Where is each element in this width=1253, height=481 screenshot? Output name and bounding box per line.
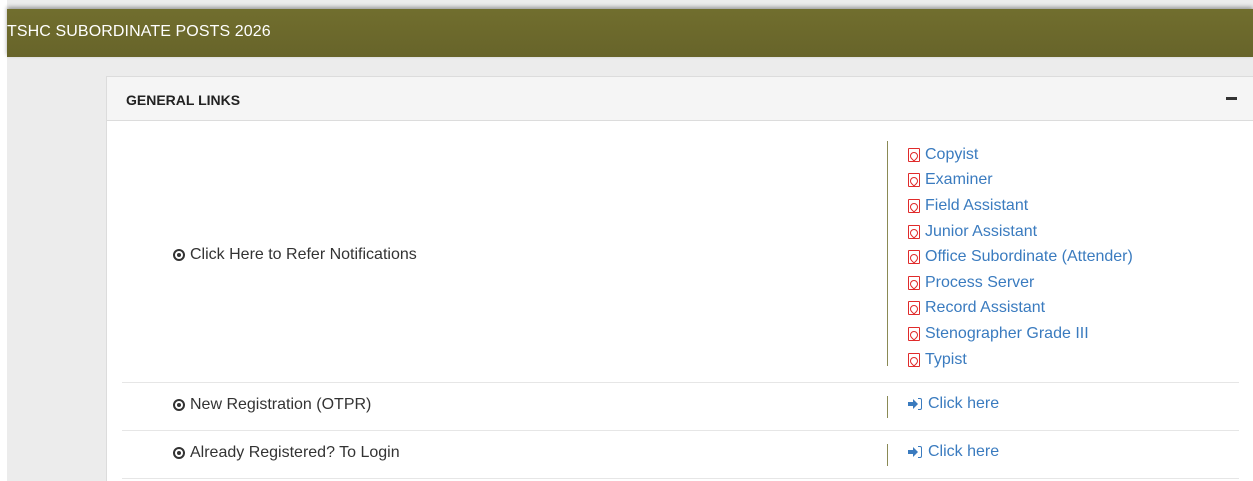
login-link-text: Click here bbox=[928, 443, 1000, 460]
top-header-bar: TSHC SUBORDINATE POSTS 2026 bbox=[7, 9, 1253, 57]
notification-link-text: Typist bbox=[925, 350, 967, 368]
notification-link-office-subordinate[interactable]: Office Subordinate (Attender) bbox=[908, 244, 1133, 270]
new-registration-row: New Registration (OTPR) Click here bbox=[122, 383, 1239, 431]
notification-link-process-server[interactable]: Process Server bbox=[908, 270, 1133, 296]
file-pdf-icon bbox=[908, 250, 920, 265]
notification-link-field-assistant[interactable]: Field Assistant bbox=[908, 193, 1133, 219]
file-pdf-icon bbox=[908, 352, 920, 367]
column-divider bbox=[887, 141, 888, 366]
general-links-panel: GENERAL LINKS Click Here to Refer Notifi… bbox=[106, 76, 1253, 481]
new-registration-link[interactable]: Click here bbox=[908, 395, 999, 413]
panel-header: GENERAL LINKS bbox=[107, 77, 1253, 121]
notification-link-text: Record Assistant bbox=[925, 299, 1046, 317]
notification-link-record-assistant[interactable]: Record Assistant bbox=[908, 296, 1133, 322]
file-pdf-icon bbox=[908, 275, 920, 290]
file-pdf-icon bbox=[908, 198, 920, 213]
login-label-text: Already Registered? To Login bbox=[190, 444, 400, 461]
sign-in-icon bbox=[908, 398, 922, 410]
collapse-minus-button[interactable] bbox=[1226, 97, 1237, 100]
notification-link-junior-assistant[interactable]: Junior Assistant bbox=[908, 219, 1133, 245]
file-pdf-icon bbox=[908, 224, 920, 239]
left-strip bbox=[0, 0, 7, 481]
notification-link-text: Stenographer Grade III bbox=[925, 324, 1089, 342]
notification-link-examiner[interactable]: Examiner bbox=[908, 168, 1133, 194]
notification-link-text: Junior Assistant bbox=[925, 222, 1038, 240]
notification-link-list: Copyist Examiner Field Assistant Junior … bbox=[908, 142, 1133, 372]
file-pdf-icon bbox=[908, 147, 920, 162]
login-link[interactable]: Click here bbox=[908, 443, 999, 461]
dot-circle-icon bbox=[173, 249, 185, 261]
notification-link-typist[interactable]: Typist bbox=[908, 347, 1133, 373]
new-registration-label-text: New Registration (OTPR) bbox=[190, 396, 372, 413]
file-pdf-icon bbox=[908, 173, 920, 188]
column-divider bbox=[887, 396, 888, 418]
login-row: Already Registered? To Login Click here bbox=[122, 431, 1239, 479]
notifications-label-text: Click Here to Refer Notifications bbox=[190, 246, 417, 263]
dot-circle-icon bbox=[173, 399, 185, 411]
file-pdf-icon bbox=[908, 326, 920, 341]
notification-link-text: Copyist bbox=[925, 145, 979, 163]
notification-link-stenographer[interactable]: Stenographer Grade III bbox=[908, 321, 1133, 347]
notification-link-copyist[interactable]: Copyist bbox=[908, 142, 1133, 168]
panel-title: GENERAL LINKS bbox=[126, 92, 241, 108]
sign-in-icon bbox=[908, 446, 922, 458]
page-title: TSHC SUBORDINATE POSTS 2026 bbox=[7, 23, 271, 40]
file-pdf-icon bbox=[908, 301, 920, 316]
new-registration-link-text: Click here bbox=[928, 395, 1000, 412]
notification-link-text: Process Server bbox=[925, 273, 1035, 291]
notification-link-text: Office Subordinate (Attender) bbox=[925, 248, 1133, 266]
column-divider bbox=[887, 444, 888, 466]
notifications-row: Click Here to Refer Notifications Copyis… bbox=[122, 121, 1239, 383]
notifications-label: Click Here to Refer Notifications bbox=[173, 246, 417, 264]
notification-link-text: Field Assistant bbox=[925, 196, 1029, 214]
new-registration-label: New Registration (OTPR) bbox=[173, 396, 371, 414]
login-label: Already Registered? To Login bbox=[173, 444, 400, 462]
notification-link-text: Examiner bbox=[925, 171, 993, 189]
dot-circle-icon bbox=[173, 447, 185, 459]
page: TSHC SUBORDINATE POSTS 2026 GENERAL LINK… bbox=[0, 0, 1253, 481]
